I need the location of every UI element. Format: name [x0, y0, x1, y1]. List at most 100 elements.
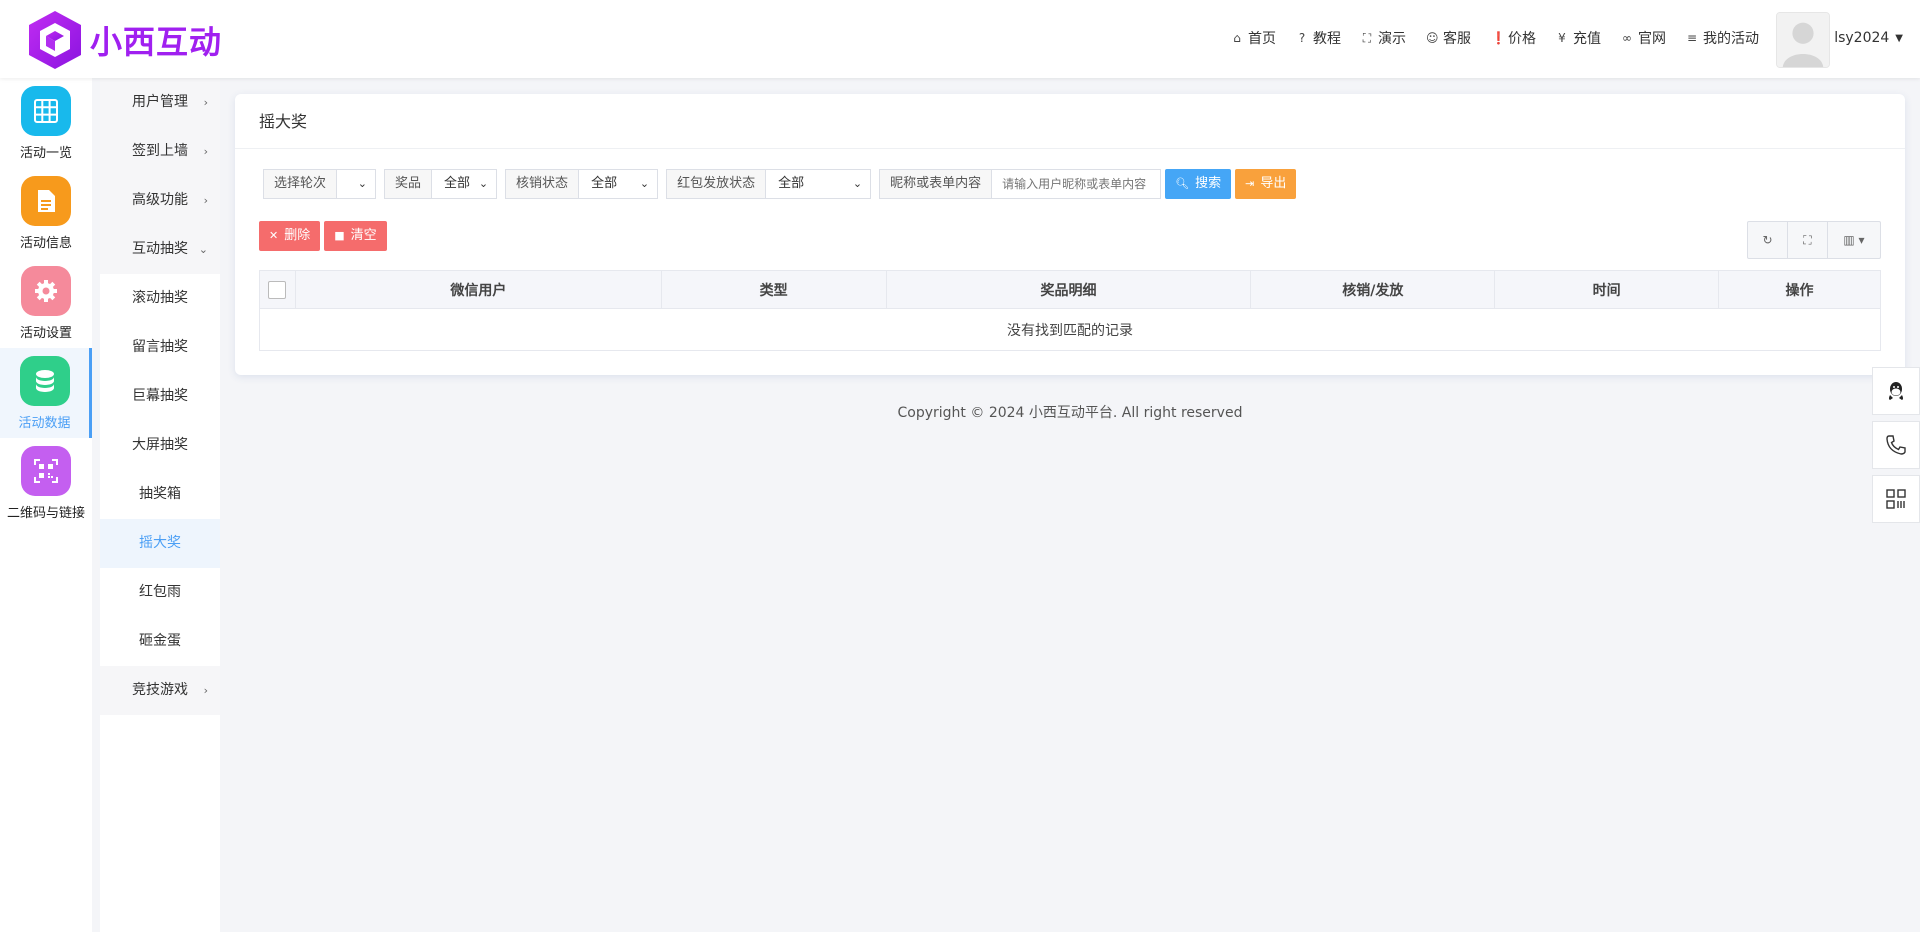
secondary-sidebar: 用户管理 › 签到上墙 › 高级功能 › 互动抽奖 ⌄ 滚动抽奖 留言抽奖 巨幕… [100, 78, 220, 932]
gear-icon [21, 266, 71, 316]
prize-select[interactable]: 全部 ⌄ [432, 170, 497, 198]
chevron-down-icon: ⌄ [357, 177, 368, 190]
smile-icon: ☺ [1426, 31, 1439, 45]
export-button[interactable]: ⇥ 导出 [1235, 169, 1297, 199]
subnav-label: 砸金蛋 [139, 633, 181, 649]
logo-cube-icon [29, 11, 81, 69]
phone-contact-button[interactable] [1872, 421, 1920, 469]
subnav-games[interactable]: 竞技游戏 › [100, 666, 220, 715]
subnav-screen-lottery[interactable]: 大屏抽奖 [100, 421, 220, 470]
qq-icon [1889, 382, 1903, 400]
subnav-label: 滚动抽奖 [132, 290, 188, 306]
close-icon: ✕ [269, 229, 279, 242]
action-bar: ✕ 删除 ■ 清空 [259, 221, 391, 251]
column-header[interactable]: 微信用户 [294, 270, 662, 309]
subnav-label: 用户管理 [132, 94, 188, 110]
round-select[interactable]: ⌄ [337, 170, 376, 198]
footer-copyright: Copyright © 2024 小西互动平台. All right reser… [897, 405, 1243, 421]
prize-label: 奖品 [385, 170, 433, 198]
subnav-giant-lottery[interactable]: 巨幕抽奖 [100, 372, 220, 421]
rail-item-settings[interactable]: 活动设置 [0, 258, 92, 348]
avatar[interactable] [1776, 12, 1830, 68]
nav-label: 我的活动 [1703, 31, 1759, 47]
prize-value: 全部 [444, 176, 471, 191]
redpack-label: 红包发放状态 [667, 170, 767, 198]
home-icon: ⌂ [1233, 31, 1241, 45]
rail-item-data[interactable]: 活动数据 [0, 348, 92, 438]
user-menu[interactable]: lsy2024 ▼ [1834, 30, 1903, 46]
redpack-value: 全部 [778, 176, 805, 191]
list-icon: ≡ [1686, 31, 1698, 45]
subnav-red-packet-rain[interactable]: 红包雨 [100, 568, 220, 617]
redpack-select[interactable]: 全部 ⌄ [766, 170, 871, 198]
table-toolbar: ↻ ⛶ ▥ ▾ [1747, 221, 1881, 259]
subnav-label: 大屏抽奖 [132, 437, 188, 453]
subnav-advanced[interactable]: 高级功能 › [100, 176, 220, 225]
subnav-message-lottery[interactable]: 留言抽奖 [100, 323, 220, 372]
logo[interactable]: 小西互动 [26, 8, 222, 72]
nav-tutorial[interactable]: ? 教程 [1296, 28, 1341, 48]
column-header[interactable]: 类型 [660, 270, 887, 309]
subnav-scroll-lottery[interactable]: 滚动抽奖 [100, 274, 220, 323]
refresh-icon: ↻ [1762, 233, 1773, 247]
search-button[interactable]: 🔍︎ 搜索 [1165, 169, 1232, 199]
column-header[interactable]: 核销/发放 [1250, 270, 1496, 309]
subnav-shake-prize[interactable]: 摇大奖 [100, 519, 220, 568]
chevron-right-icon: › [203, 145, 208, 158]
chevron-down-icon: ⌄ [852, 177, 863, 190]
nav-website[interactable]: ∞ 官网 [1621, 28, 1666, 48]
nav-demo[interactable]: ⛶ 演示 [1361, 28, 1406, 48]
yen-icon: ¥ [1558, 31, 1566, 45]
delete-button[interactable]: ✕ 删除 [259, 221, 321, 251]
nav-price[interactable]: ❗ 价格 [1491, 28, 1536, 48]
refresh-button[interactable]: ↻ [1748, 222, 1788, 258]
nav-label: 充值 [1573, 31, 1601, 47]
nav-my-activities[interactable]: ≡ 我的活动 [1686, 28, 1759, 48]
fullscreen-button[interactable]: ⛶ [1788, 222, 1828, 258]
keyword-input[interactable] [992, 170, 1161, 198]
subnav-checkin-wall[interactable]: 签到上墙 › [100, 127, 220, 176]
fullscreen-icon: ⛶ [1803, 232, 1812, 247]
rail-item-qrcode[interactable]: 二维码与链接 [0, 438, 92, 528]
main-card: 摇大奖 选择轮次 ⌄ 奖品 全部 ⌄ 核销状态 全部 ⌄ 红包发放状态 全部 ⌄… [235, 94, 1905, 375]
subnav-label: 高级功能 [132, 192, 188, 208]
rail-item-info[interactable]: 活动信息 [0, 168, 92, 258]
chevron-right-icon: › [203, 96, 208, 109]
subnav-golden-egg[interactable]: 砸金蛋 [100, 617, 220, 666]
rail-label: 活动信息 [19, 236, 72, 251]
qq-contact-button[interactable] [1872, 367, 1920, 415]
clear-label: 清空 [350, 228, 377, 243]
qrcode-icon [21, 446, 71, 496]
rail-item-overview[interactable]: 活动一览 [0, 78, 92, 168]
database-icon [19, 356, 70, 406]
top-nav: ⌂ 首页 ? 教程 ⛶ 演示 ☺ 客服 ❗ 价格 ¥ 充值 ∞ 官网 ≡ 我的活 [1211, 28, 1759, 48]
keyword-filter: 昵称或表单内容 [879, 169, 1162, 199]
round-filter: 选择轮次 ⌄ [263, 169, 377, 199]
subnav-label: 签到上墙 [132, 143, 188, 159]
nav-home[interactable]: ⌂ 首页 [1231, 28, 1276, 48]
nav-service[interactable]: ☺ 客服 [1426, 28, 1471, 48]
rail-label: 二维码与链接 [6, 506, 85, 521]
subnav-user-management[interactable]: 用户管理 › [100, 78, 220, 127]
column-header[interactable]: 时间 [1494, 270, 1720, 309]
user-avatar-icon [1777, 13, 1829, 67]
page-title: 摇大奖 [235, 94, 1905, 149]
subnav-lottery-group[interactable]: 互动抽奖 ⌄ [100, 225, 220, 274]
select-all-checkbox[interactable] [268, 280, 287, 299]
column-header[interactable]: 奖品明细 [885, 270, 1252, 309]
columns-toggle-button[interactable]: ▥ ▾ [1828, 222, 1880, 258]
document-icon [21, 176, 71, 226]
info-icon: ❗ [1491, 31, 1506, 45]
export-icon: ⇥ [1245, 177, 1255, 190]
qrcode-float-button[interactable] [1872, 475, 1920, 523]
icon-rail: 活动一览 活动信息 活动设置 活动数据 二维码与链接 [0, 78, 92, 932]
nav-label: 官网 [1638, 31, 1666, 47]
nav-recharge[interactable]: ¥ 充值 [1556, 28, 1601, 48]
subnav-label: 互动抽奖 [132, 241, 188, 257]
chevron-right-icon: › [203, 194, 208, 207]
verify-select[interactable]: 全部 ⌄ [579, 170, 658, 198]
subnav-label: 摇大奖 [139, 535, 181, 551]
export-label: 导出 [1260, 176, 1287, 191]
subnav-lottery-box[interactable]: 抽奖箱 [100, 470, 220, 519]
clear-button[interactable]: ■ 清空 [324, 221, 387, 251]
